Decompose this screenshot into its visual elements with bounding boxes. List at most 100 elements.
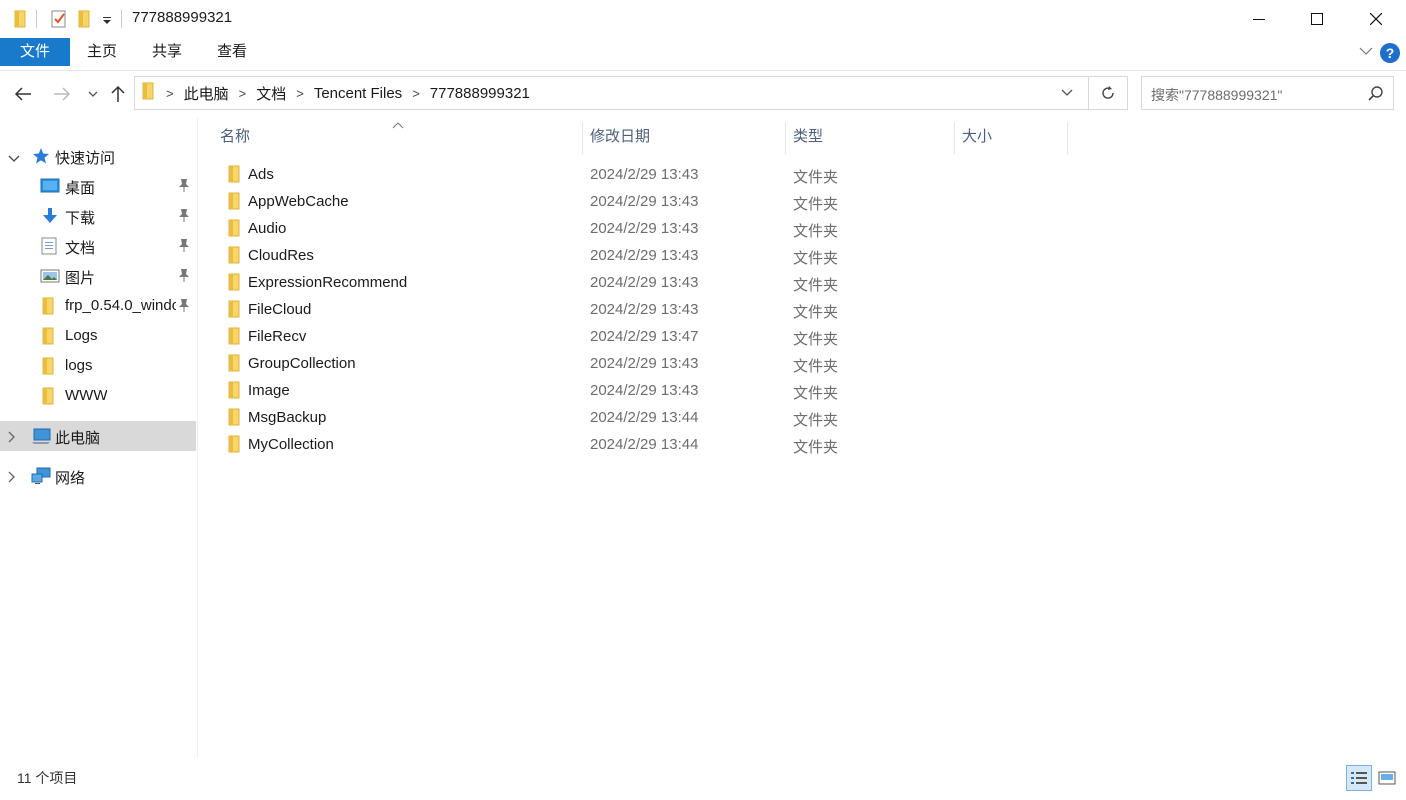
table-row[interactable]: MsgBackup 2024/2/29 13:44 文件夹 — [210, 404, 1110, 431]
column-divider[interactable] — [954, 122, 955, 154]
minimize-button[interactable] — [1230, 0, 1288, 38]
pin-icon[interactable] — [178, 268, 190, 286]
file-list: 名称 修改日期 类型 大小 Ads 2024/2/29 13:43 文件夹 AppWe… — [210, 118, 1390, 758]
file-date: 2024/2/29 13:44 — [590, 409, 699, 426]
column-header-name[interactable]: 名称 — [220, 118, 580, 154]
refresh-button[interactable] — [1088, 77, 1127, 109]
chevron-right-icon[interactable] — [8, 430, 16, 447]
pin-icon[interactable] — [178, 208, 190, 226]
folder-icon[interactable] — [12, 10, 28, 33]
sidebar-item-desktop[interactable]: 桌面 — [0, 171, 196, 201]
breadcrumb-current[interactable]: 777888999321 — [430, 85, 530, 102]
details-view-button[interactable] — [1346, 765, 1372, 791]
help-button[interactable]: ? — [1380, 43, 1400, 63]
address-history-button[interactable] — [1051, 77, 1083, 109]
maximize-button[interactable] — [1288, 0, 1346, 38]
sidebar-item-downloads[interactable]: 下载 — [0, 201, 196, 231]
file-name: Image — [248, 382, 290, 399]
title-bar: 777888999321 — [0, 0, 1406, 38]
folder-icon — [40, 327, 56, 349]
file-name: GroupCollection — [248, 355, 356, 372]
folder-icon — [226, 273, 242, 295]
table-row[interactable]: FileCloud 2024/2/29 13:43 文件夹 — [210, 296, 1110, 323]
table-row[interactable]: Image 2024/2/29 13:43 文件夹 — [210, 377, 1110, 404]
customize-toolbar-icon[interactable] — [102, 13, 112, 31]
column-divider[interactable] — [785, 122, 786, 154]
folder-icon — [226, 300, 242, 322]
chevron-right-icon[interactable]: > — [412, 86, 420, 101]
address-bar[interactable]: > 此电脑 > 文档 > Tencent Files > 77788899932… — [134, 76, 1128, 110]
file-date: 2024/2/29 13:43 — [590, 193, 699, 210]
search-icon[interactable] — [1368, 85, 1384, 106]
pin-icon[interactable] — [178, 298, 190, 316]
sidebar-item-logs-lower[interactable]: logs — [0, 351, 196, 381]
folder-icon — [226, 192, 242, 214]
recent-locations-button[interactable] — [81, 82, 105, 106]
sidebar-item-network[interactable]: 网络 — [0, 461, 196, 491]
expand-ribbon-icon[interactable] — [1358, 43, 1374, 64]
table-row[interactable]: CloudRes 2024/2/29 13:43 文件夹 — [210, 242, 1110, 269]
table-row[interactable]: GroupCollection 2024/2/29 13:43 文件夹 — [210, 350, 1110, 377]
file-name: ExpressionRecommend — [248, 274, 408, 291]
tab-share[interactable]: 共享 — [134, 38, 200, 66]
folder-icon — [40, 357, 56, 379]
chevron-right-icon[interactable]: > — [296, 86, 304, 101]
chevron-right-icon[interactable]: > — [166, 86, 174, 101]
sidebar-item-frp[interactable]: frp_0.54.0_windows_amd64 — [0, 291, 196, 321]
status-bar: 11 个项目 — [0, 760, 1406, 800]
sidebar-item-documents[interactable]: 文档 — [0, 231, 196, 261]
window-title: 777888999321 — [132, 9, 233, 26]
new-folder-icon[interactable] — [76, 10, 92, 33]
tab-file[interactable]: 文件 — [0, 38, 70, 66]
breadcrumb-documents[interactable]: 文档 — [256, 83, 286, 104]
forward-button[interactable] — [50, 82, 74, 106]
file-type: 文件夹 — [793, 412, 839, 429]
file-name: FileCloud — [248, 301, 312, 318]
search-box[interactable]: 搜索"777888999321" — [1141, 76, 1394, 110]
search-input[interactable]: 搜索"777888999321" — [1151, 85, 1282, 105]
file-name: MsgBackup — [248, 409, 327, 426]
file-date: 2024/2/29 13:43 — [590, 355, 699, 372]
breadcrumb-tencent-files[interactable]: Tencent Files — [314, 85, 402, 102]
table-row[interactable]: MyCollection 2024/2/29 13:44 文件夹 — [210, 431, 1110, 458]
tab-view[interactable]: 查看 — [200, 38, 264, 66]
chevron-down-icon[interactable] — [8, 150, 20, 167]
folder-icon — [226, 219, 242, 241]
sidebar-item-logs-upper[interactable]: Logs — [0, 321, 196, 351]
document-icon — [41, 237, 57, 259]
breadcrumb-this-pc[interactable]: 此电脑 — [184, 83, 229, 104]
table-row[interactable]: FileRecv 2024/2/29 13:47 文件夹 — [210, 323, 1110, 350]
table-row[interactable]: Ads 2024/2/29 13:43 文件夹 — [210, 161, 1110, 188]
column-divider[interactable] — [1067, 122, 1068, 154]
up-button[interactable] — [106, 82, 130, 106]
folder-icon — [226, 435, 242, 457]
column-header-date[interactable]: 修改日期 — [590, 118, 780, 154]
close-button[interactable] — [1347, 0, 1405, 38]
star-icon — [32, 147, 50, 169]
sidebar-item-quick-access[interactable]: 快速访问 — [0, 141, 196, 171]
table-row[interactable]: Audio 2024/2/29 13:43 文件夹 — [210, 215, 1110, 242]
back-button[interactable] — [11, 82, 35, 106]
column-divider[interactable] — [582, 122, 583, 154]
chevron-right-icon[interactable] — [8, 470, 16, 487]
table-row[interactable]: AppWebCache 2024/2/29 13:43 文件夹 — [210, 188, 1110, 215]
folder-icon — [226, 246, 242, 268]
table-row[interactable]: ExpressionRecommend 2024/2/29 13:43 文件夹 — [210, 269, 1110, 296]
pin-icon[interactable] — [178, 238, 190, 256]
tab-home[interactable]: 主页 — [70, 38, 134, 66]
properties-icon[interactable] — [50, 10, 68, 33]
column-header-type[interactable]: 类型 — [793, 118, 953, 154]
sidebar-item-this-pc[interactable]: 此电脑 — [0, 421, 196, 451]
large-icons-view-icon — [1378, 771, 1396, 785]
file-name: CloudRes — [248, 247, 314, 264]
pin-icon[interactable] — [178, 178, 190, 196]
sidebar-item-www[interactable]: WWW — [0, 381, 196, 411]
up-arrow-icon — [111, 85, 125, 102]
folder-icon — [140, 82, 156, 104]
chevron-right-icon[interactable]: > — [239, 86, 247, 101]
minimize-icon — [1253, 19, 1265, 20]
column-header-size[interactable]: 大小 — [962, 118, 1062, 154]
sidebar-item-pictures[interactable]: 图片 — [0, 261, 196, 291]
large-icons-view-button[interactable] — [1374, 765, 1400, 791]
details-view-icon — [1351, 772, 1367, 784]
